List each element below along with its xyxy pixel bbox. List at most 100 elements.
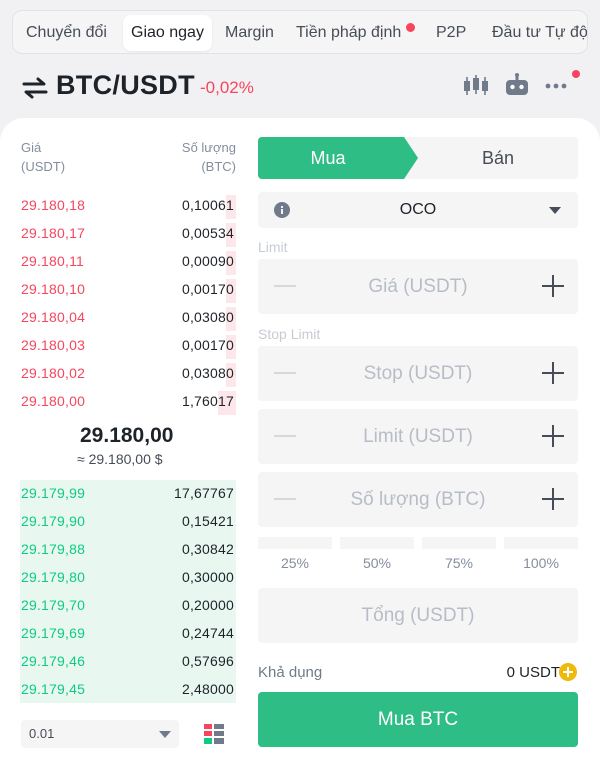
stop-input[interactable]: Stop (USDT) [258, 346, 578, 401]
tab-auto-invest[interactable]: Đầu tư Tự độ [492, 15, 587, 51]
price-header-unit: (USDT) [21, 159, 66, 174]
price-change: -0,02% [200, 78, 254, 97]
notification-dot [406, 23, 416, 32]
price-placeholder: Giá (USDT) [368, 276, 468, 297]
order-type-value: OCO [399, 201, 437, 218]
ask-price: 29.180,10 [21, 281, 86, 297]
total-input[interactable]: Tổng (USDT) [258, 588, 578, 643]
bid-row[interactable]: 29.179,70 0,20000 [0, 592, 240, 620]
bid-price: 29.179,69 [21, 625, 86, 641]
tab-fiat[interactable]: Tiền pháp định [296, 15, 416, 51]
ask-price: 29.180,03 [21, 337, 86, 353]
trading-pair[interactable]: BTC/USDT [56, 70, 195, 101]
ask-price: 29.180,00 [21, 393, 86, 409]
trade-panel: Giá (USDT) Số lượng (BTC) 29.180,18 0,10… [0, 118, 600, 759]
bid-row[interactable]: 29.179,88 0,30842 [0, 536, 240, 564]
deposit-plus-icon[interactable] [559, 663, 577, 681]
bid-row[interactable]: 29.179,80 0,30000 [0, 564, 240, 592]
buy-btc-button[interactable]: Mua BTC [258, 692, 578, 747]
bid-qty: 2,48000 [181, 681, 234, 697]
last-price: 29.180,00 [80, 424, 174, 447]
tab-p2p[interactable]: P2P [436, 15, 466, 51]
bid-row[interactable]: 29.179,99 17,67767 [0, 480, 240, 508]
caret-down-icon [159, 731, 171, 738]
bid-qty: 0,24744 [181, 625, 234, 641]
bot-icon[interactable] [503, 72, 531, 98]
percent-75[interactable]: 75% [422, 555, 496, 571]
bid-row[interactable]: 29.179,69 0,24744 [0, 620, 240, 648]
ask-row[interactable]: 29.180,10 0,00170 [0, 276, 240, 304]
percent-25[interactable]: 25% [258, 555, 332, 571]
ask-price: 29.180,11 [21, 253, 85, 269]
qty-header-label: Số lượng [181, 140, 236, 155]
available-balance: 0 USDT [506, 664, 560, 681]
bid-price: 29.179,99 [21, 485, 86, 501]
order-type-select[interactable]: OCO [258, 192, 578, 228]
plus-icon[interactable] [542, 425, 564, 447]
last-price-usd: ≈ 29.180,00 $ [77, 451, 163, 467]
ask-qty: 1,76017 [181, 393, 234, 409]
pair-header: BTC/USDT -0,02% [0, 62, 600, 118]
tab-spot[interactable]: Giao ngay [123, 15, 212, 51]
ask-qty: 0,00090 [181, 253, 234, 269]
available-label: Khả dụng [258, 664, 323, 681]
bid-price: 29.179,90 [21, 513, 86, 529]
bid-qty: 0,57696 [181, 653, 234, 669]
orderbook-layout-icon[interactable] [204, 724, 224, 744]
ask-qty: 0,03080 [181, 309, 234, 325]
ask-qty: 0,00170 [181, 281, 234, 297]
bid-qty: 0,15421 [181, 513, 234, 529]
buy-tab[interactable]: Mua [258, 137, 418, 179]
more-icon[interactable] [544, 72, 572, 98]
candlestick-chart-icon[interactable] [462, 72, 490, 98]
ask-row[interactable]: 29.180,02 0,03080 [0, 360, 240, 388]
bid-price: 29.179,80 [21, 569, 86, 585]
qty-header-unit: (BTC) [201, 159, 236, 174]
ask-qty: 0,10061 [181, 197, 234, 213]
limit-section-label: Limit [258, 239, 288, 255]
bid-row[interactable]: 29.179,46 0,57696 [0, 648, 240, 676]
tab-convert[interactable]: Chuyển đổi [26, 15, 107, 51]
bid-price: 29.179,45 [21, 681, 86, 697]
stop-limit-section-label: Stop Limit [258, 326, 321, 342]
bid-row[interactable]: 29.179,90 0,15421 [0, 508, 240, 536]
quantity-input[interactable]: Số lượng (BTC) [258, 472, 578, 527]
percent-segment[interactable] [422, 537, 496, 549]
ask-qty: 0,03080 [181, 365, 234, 381]
sell-tab[interactable]: Bán [418, 137, 578, 179]
ask-row[interactable]: 29.180,03 0,00170 [0, 332, 240, 360]
depth-precision-select[interactable]: 0.01 [21, 720, 179, 748]
percent-100[interactable]: 100% [504, 555, 578, 571]
market-tabs: Chuyển đổi Giao ngay Margin Tiền pháp đị… [12, 10, 588, 54]
percent-segment[interactable] [258, 537, 332, 549]
percent-segment[interactable] [504, 537, 578, 549]
percent-50[interactable]: 50% [340, 555, 414, 571]
plus-icon[interactable] [542, 488, 564, 510]
ask-qty: 0,00170 [181, 337, 234, 353]
ask-row[interactable]: 29.180,17 0,00534 [0, 220, 240, 248]
qty-column-header: Số lượng (BTC) [150, 138, 236, 176]
ask-row[interactable]: 29.180,00 1,76017 [0, 388, 240, 416]
bid-price: 29.179,46 [21, 653, 86, 669]
market-tab-bar: Chuyển đổi Giao ngay Margin Tiền pháp đị… [0, 0, 600, 62]
plus-icon[interactable] [542, 275, 564, 297]
price-header-label: Giá [21, 140, 42, 155]
swap-pair-icon[interactable] [22, 76, 48, 100]
ask-row[interactable]: 29.180,11 0,00090 [0, 248, 240, 276]
tab-margin[interactable]: Margin [225, 15, 274, 51]
bid-price: 29.179,88 [21, 541, 86, 557]
bid-qty: 17,67767 [174, 485, 234, 501]
price-input[interactable]: Giá (USDT) [258, 259, 578, 314]
bid-row[interactable]: 29.179,45 2,48000 [0, 676, 240, 704]
percent-segment[interactable] [340, 537, 414, 549]
ask-row[interactable]: 29.180,18 0,10061 [0, 192, 240, 220]
depth-precision-value: 0.01 [29, 726, 55, 741]
limit-input[interactable]: Limit (USDT) [258, 409, 578, 464]
ask-row[interactable]: 29.180,04 0,03080 [0, 304, 240, 332]
total-placeholder: Tổng (USDT) [361, 605, 475, 626]
price-column-header: Giá (USDT) [21, 138, 65, 176]
plus-icon[interactable] [542, 362, 564, 384]
ask-price: 29.180,02 [21, 365, 86, 381]
ask-price: 29.180,17 [21, 225, 86, 241]
percent-slider[interactable] [258, 537, 578, 549]
